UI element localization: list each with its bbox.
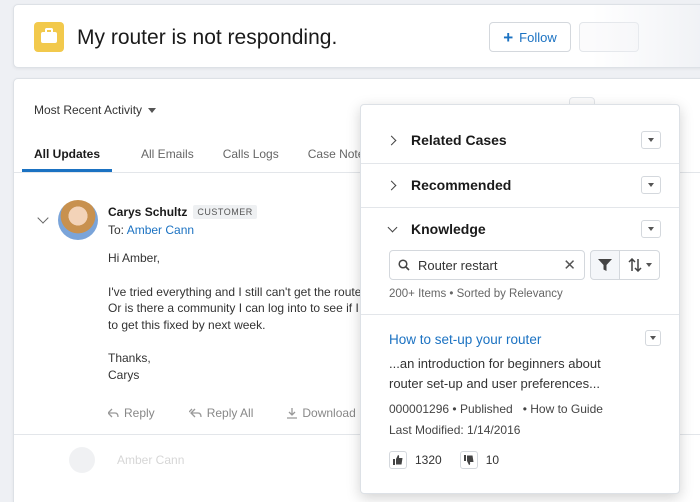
message-body: Hi Amber, I've tried everything and I st… — [108, 250, 388, 383]
tab-case-note[interactable]: Case Note — [308, 139, 365, 172]
message-signoff: Thanks, — [108, 351, 151, 365]
section-label: Related Cases — [411, 132, 507, 148]
briefcase-icon — [34, 22, 64, 52]
download-label: Download — [302, 406, 356, 420]
avatar — [58, 200, 98, 240]
search-input[interactable] — [418, 257, 548, 273]
section-label: Recommended — [411, 177, 512, 193]
section-recommended[interactable]: Recommended — [361, 163, 679, 207]
post-actions: Reply Reply All Download — [108, 406, 356, 420]
upvote-button[interactable] — [389, 451, 407, 469]
article-meta: 000001296 • Published • How to Guide — [389, 402, 603, 416]
next-sender: Amber Cann — [117, 453, 185, 467]
article-modified: Last Modified: 1/14/2016 — [389, 423, 521, 437]
knowledge-search[interactable]: ✕ — [389, 250, 585, 280]
article-number: 000001296 — [389, 402, 450, 416]
chevron-right-icon — [386, 135, 397, 146]
search-icon — [398, 259, 410, 271]
recipient-link[interactable]: Amber Cann — [127, 223, 194, 237]
sender-name[interactable]: Carys Schultz — [108, 205, 187, 219]
reply-label: Reply — [124, 406, 155, 420]
chevron-right-icon — [386, 180, 397, 191]
article-title-link[interactable]: How to set-up your router — [389, 332, 541, 347]
follow-button[interactable]: + Follow — [489, 22, 571, 52]
header-fade — [592, 5, 700, 67]
case-title: My router is not responding. — [77, 26, 338, 49]
thumbs-up-icon — [393, 455, 403, 465]
results-meta: 200+ Items • Sorted by Relevancy — [389, 288, 563, 300]
reply-icon — [108, 408, 119, 418]
section-menu-button[interactable] — [641, 220, 661, 238]
chevron-down-icon — [648, 227, 654, 231]
chevron-down-icon — [650, 336, 656, 340]
case-header: My router is not responding. + Follow — [13, 4, 700, 68]
recipient-line: To: Amber Cann — [108, 223, 194, 237]
chevron-down-icon — [645, 263, 652, 267]
clear-icon[interactable]: ✕ — [563, 258, 576, 273]
feed-tabs: All Updates All Emails Calls Logs Case N… — [22, 139, 393, 173]
section-related-cases[interactable]: Related Cases — [361, 118, 679, 162]
next-post: Amber Cann — [69, 447, 184, 473]
chevron-down-icon — [648, 183, 654, 187]
download-button[interactable]: Download — [287, 406, 356, 420]
chevron-down-icon — [148, 107, 157, 113]
sort-icon — [627, 258, 642, 272]
message-line: to get this fixed by next week. — [108, 317, 266, 332]
reply-all-button[interactable]: Reply All — [188, 406, 254, 420]
knowledge-panel: Related Cases Recommended Knowledge ✕ 20… — [360, 104, 680, 494]
reply-button[interactable]: Reply — [108, 406, 155, 420]
post-sender: Carys Schultz CUSTOMER — [108, 205, 257, 219]
article-snippet: ...an introduction for beginners about r… — [389, 356, 601, 391]
section-menu-button[interactable] — [641, 131, 661, 149]
downvote-button[interactable] — [459, 451, 478, 469]
customer-badge: CUSTOMER — [193, 205, 257, 219]
meta-separator: • — [452, 402, 460, 416]
reply-all-label: Reply All — [206, 406, 254, 420]
filter-icon — [598, 258, 612, 271]
avatar — [69, 447, 95, 473]
to-prefix: To: — [108, 223, 125, 237]
follow-label: Follow — [519, 29, 557, 45]
section-label: Knowledge — [411, 221, 486, 237]
plus-icon: + — [503, 27, 514, 47]
article-menu-button[interactable] — [645, 330, 661, 346]
meta-separator: • — [516, 402, 531, 416]
reply-all-icon — [188, 408, 202, 418]
sort-label: Most Recent Activity — [34, 103, 143, 117]
chevron-down-icon — [648, 138, 654, 142]
tab-all-emails[interactable]: All Emails — [141, 139, 194, 172]
article-status: Published — [459, 402, 513, 416]
section-knowledge[interactable]: Knowledge — [361, 207, 679, 251]
chevron-down-icon — [387, 222, 398, 233]
section-menu-button[interactable] — [641, 176, 661, 194]
filter-button[interactable] — [590, 250, 620, 280]
collapse-chevron-icon[interactable] — [37, 212, 49, 224]
message-signature: Carys — [108, 367, 140, 382]
sort-button[interactable] — [620, 250, 660, 280]
article-type: How to Guide — [530, 402, 603, 416]
section-divider — [361, 314, 679, 315]
downvote-count: 10 — [485, 453, 500, 467]
article-votes: 1320 10 — [389, 451, 517, 469]
download-icon — [287, 407, 298, 419]
message-greeting: Hi Amber, — [108, 251, 161, 265]
message-line: Or is there a community I can log into t… — [108, 301, 375, 315]
thumbs-down-icon — [463, 455, 474, 465]
tab-calls-logs[interactable]: Calls Logs — [223, 139, 279, 172]
tab-all-updates[interactable]: All Updates — [22, 139, 113, 172]
upvote-count: 1320 — [415, 453, 442, 467]
message-line: I've tried everything and I still can't … — [108, 284, 379, 299]
sort-dropdown[interactable]: Most Recent Activity — [34, 103, 157, 117]
